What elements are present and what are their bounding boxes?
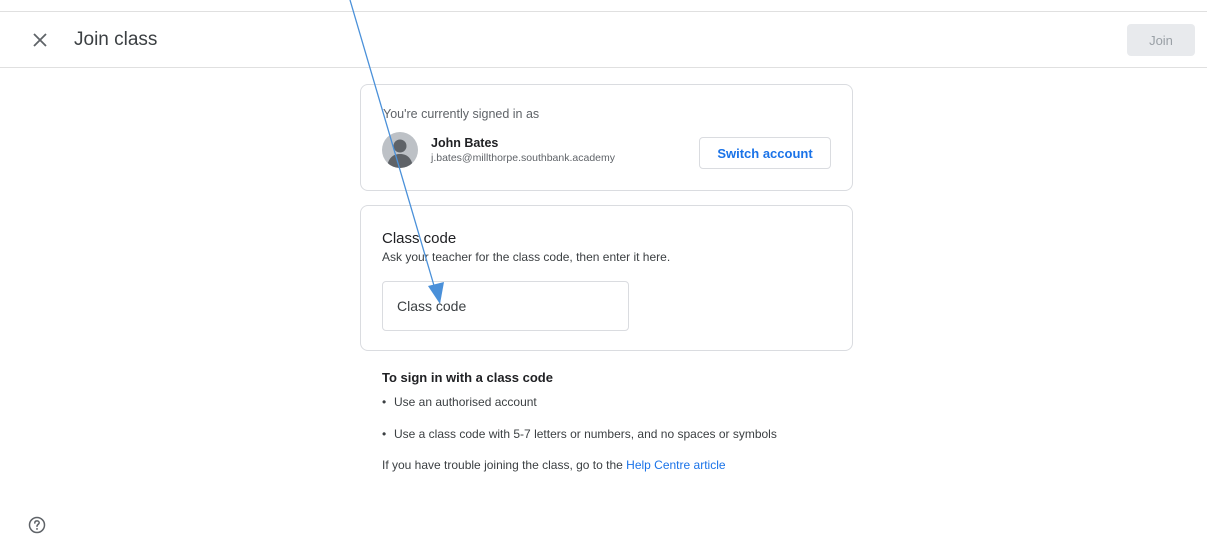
user-name: John Bates xyxy=(431,136,499,150)
class-code-title: Class code xyxy=(382,230,457,247)
signed-in-label: You're currently signed in as xyxy=(383,107,540,121)
join-button[interactable]: Join xyxy=(1127,24,1195,56)
close-button[interactable] xyxy=(28,28,52,52)
user-email: j.bates@millthorpe.southbank.academy xyxy=(431,152,616,164)
avatar xyxy=(382,132,418,168)
header-bar: Join class Join xyxy=(0,12,1207,68)
bullet-icon: • xyxy=(382,395,387,409)
help-centre-link[interactable]: Help Centre article xyxy=(626,458,725,472)
help-circle-icon[interactable] xyxy=(28,516,46,534)
instruction-bullet: • Use an authorised account xyxy=(382,395,537,409)
close-icon xyxy=(33,33,47,47)
account-card: You're currently signed in as John Bates… xyxy=(360,84,853,191)
instruction-bullet: • Use a class code with 5-7 letters or nu… xyxy=(382,427,777,441)
class-code-input[interactable] xyxy=(382,281,629,331)
class-code-description: Ask your teacher for the class code, the… xyxy=(382,250,671,264)
class-code-card: Class code Ask your teacher for the clas… xyxy=(360,205,853,351)
switch-account-button[interactable]: Switch account xyxy=(699,137,831,169)
page-title: Join class xyxy=(74,29,158,50)
bullet-icon: • xyxy=(382,427,387,441)
help-text: If you have trouble joining the class, g… xyxy=(382,458,726,472)
avatar-icon xyxy=(387,139,413,168)
instructions-title: To sign in with a class code xyxy=(382,370,553,385)
